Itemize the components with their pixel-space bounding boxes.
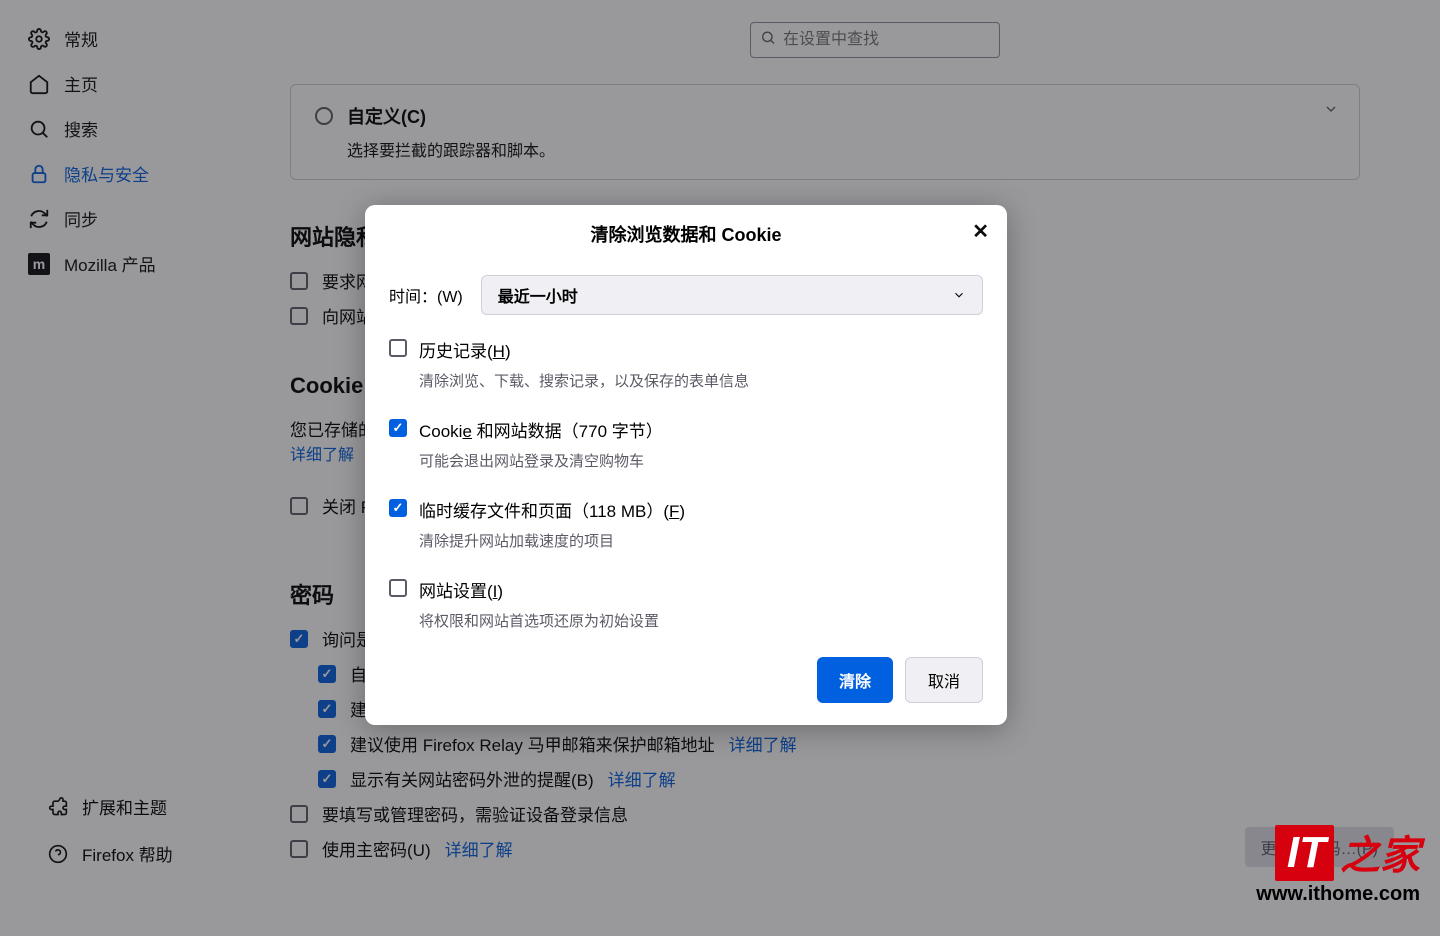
option-sub: 清除浏览、下载、搜索记录，以及保存的表单信息 (419, 370, 749, 391)
option-label: 网站设置(I) (419, 577, 659, 602)
time-range-label: 时间：(W) (389, 283, 463, 307)
checkbox-cache[interactable] (389, 499, 407, 517)
option-sub: 可能会退出网站登录及清空购物车 (419, 450, 663, 471)
clear-data-dialog: 清除浏览数据和 Cookie ✕ 时间：(W) 最近一小时 历史记录(H) 清除… (365, 205, 1007, 725)
watermark-logo-zh: 之家 (1340, 823, 1420, 881)
option-sub: 清除提升网站加载速度的项目 (419, 530, 685, 551)
checkbox-cookies[interactable] (389, 419, 407, 437)
option-label: 历史记录(H) (419, 337, 749, 362)
checkbox-history[interactable] (389, 339, 407, 357)
dialog-title: 清除浏览数据和 Cookie ✕ (365, 205, 1007, 261)
watermark-url: www.ithome.com (1256, 883, 1420, 906)
option-sub: 将权限和网站首选项还原为初始设置 (419, 610, 659, 631)
watermark: IT 之家 www.ithome.com (1256, 823, 1420, 906)
cancel-button[interactable]: 取消 (905, 657, 983, 703)
checkbox-site-settings[interactable] (389, 579, 407, 597)
time-range-select[interactable]: 最近一小时 (481, 275, 983, 315)
clear-option-site-settings: 网站设置(I) 将权限和网站首选项还原为初始设置 (389, 577, 983, 631)
clear-option-cookies: Cookie 和网站数据（770 字节） 可能会退出网站登录及清空购物车 (389, 417, 983, 471)
clear-button[interactable]: 清除 (817, 657, 893, 703)
option-label: Cookie 和网站数据（770 字节） (419, 417, 663, 442)
chevron-down-icon (952, 288, 966, 302)
watermark-logo-it: IT (1275, 825, 1334, 881)
option-label: 临时缓存文件和页面（118 MB）(F) (419, 497, 685, 522)
close-icon[interactable]: ✕ (972, 219, 989, 244)
clear-option-cache: 临时缓存文件和页面（118 MB）(F) 清除提升网站加载速度的项目 (389, 497, 983, 551)
clear-option-history: 历史记录(H) 清除浏览、下载、搜索记录，以及保存的表单信息 (389, 337, 983, 391)
